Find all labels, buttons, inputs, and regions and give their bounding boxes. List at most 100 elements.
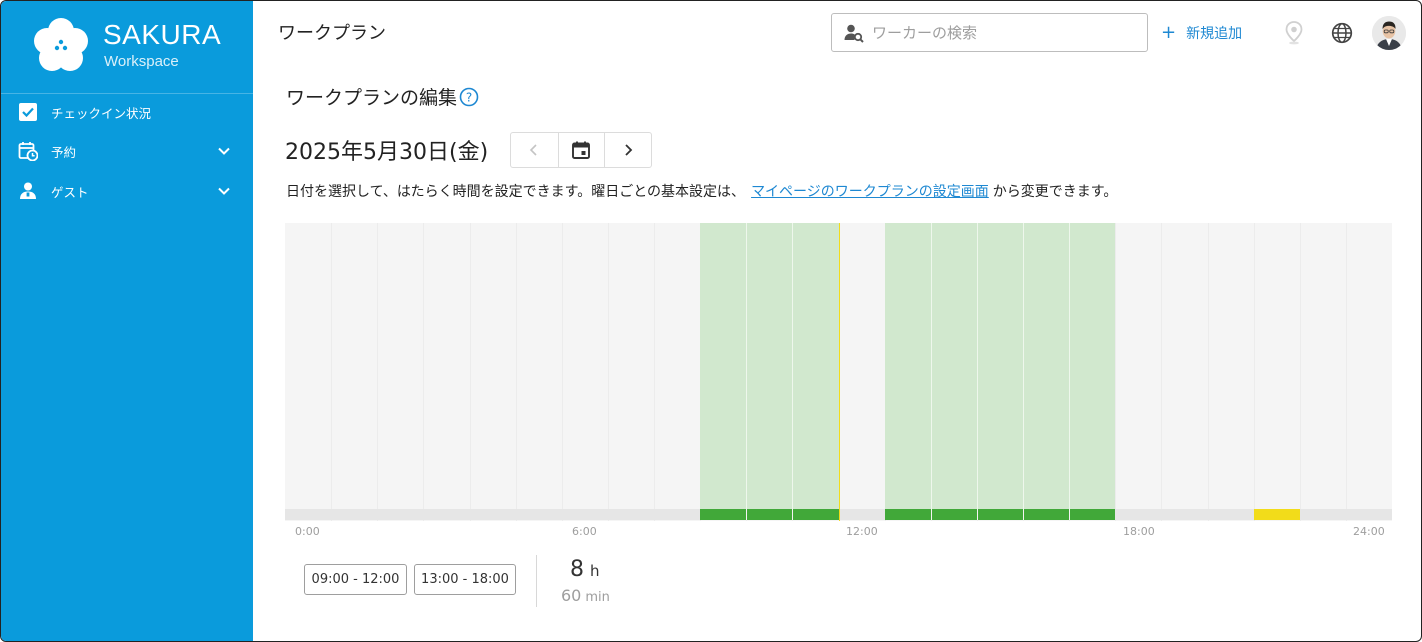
person-search-icon xyxy=(844,24,864,43)
timeline-gridline xyxy=(1254,223,1255,521)
checkbox-icon xyxy=(19,103,37,121)
tick-label: 18:00 xyxy=(1123,525,1155,538)
location-pin-icon[interactable] xyxy=(1284,21,1304,45)
summary-divider xyxy=(536,555,537,607)
brand-subtitle: Workspace xyxy=(104,53,179,70)
section-title: ワークプランの編集 ? xyxy=(286,83,479,110)
sakura-flower-icon xyxy=(34,18,88,71)
work-slot-block xyxy=(977,223,1023,509)
hours-value: 8 xyxy=(570,557,584,582)
work-slot-block xyxy=(885,223,931,509)
timeline-gridline xyxy=(377,223,378,521)
description-text: 日付を選択して、はたらく時間を設定できます。曜日ごとの基本設定は、 xyxy=(286,184,746,200)
work-slot-bar xyxy=(792,509,839,520)
work-slot-divider xyxy=(746,223,747,509)
date-navigation xyxy=(510,132,652,168)
calendar-button[interactable] xyxy=(557,133,605,167)
section-title-text: ワークプランの編集 xyxy=(286,87,458,109)
add-new-button[interactable]: + 新規追加 xyxy=(1161,21,1242,45)
user-avatar[interactable] xyxy=(1372,16,1406,50)
work-slot-bar xyxy=(885,509,931,520)
work-slot-separator xyxy=(1069,509,1070,520)
timeline-gridline xyxy=(516,223,517,521)
work-slot-bar xyxy=(931,509,977,520)
work-slot-divider xyxy=(977,223,978,509)
chevron-down-icon xyxy=(218,187,230,195)
description: 日付を選択して、はたらく時間を設定できます。曜日ごとの基本設定は、 マイページのワ… xyxy=(286,181,1117,201)
plus-icon: + xyxy=(1161,22,1177,43)
work-timeline[interactable] xyxy=(285,223,1392,521)
timeline-gridline xyxy=(562,223,563,521)
globe-icon[interactable] xyxy=(1331,22,1353,44)
work-slot-bar xyxy=(746,509,792,520)
svg-text:?: ? xyxy=(466,90,472,104)
timeline-gridline xyxy=(1208,223,1209,521)
brand-logo[interactable]: SAKURA Workspace xyxy=(31,15,241,75)
current-marker-line xyxy=(839,223,840,521)
minutes-value: 60 xyxy=(561,586,582,605)
prev-day-button[interactable] xyxy=(511,133,558,167)
description-text-after: から変更できます。 xyxy=(992,184,1118,200)
total-minutes: 60 min xyxy=(561,586,610,605)
sidebar-item-label: チェックイン状況 xyxy=(51,106,152,121)
calendar-clock-icon xyxy=(18,142,38,161)
tick-label: 6:00 xyxy=(572,525,597,538)
brand-name: SAKURA xyxy=(103,19,222,50)
work-slot-bar xyxy=(977,509,1023,520)
time-range-button[interactable]: 09:00 - 12:00 xyxy=(304,564,407,595)
time-range-button[interactable]: 13:00 - 18:00 xyxy=(414,564,516,595)
next-day-button[interactable] xyxy=(604,133,651,167)
chevron-right-icon xyxy=(625,144,633,156)
work-slot-separator xyxy=(1023,509,1024,520)
tick-label: 12:00 xyxy=(846,525,878,538)
timeline-gridline xyxy=(331,223,332,521)
sidebar-item-guests[interactable]: ゲスト xyxy=(1,173,253,209)
workplan-settings-link[interactable]: マイページのワークプランの設定画面 xyxy=(751,184,989,200)
work-slot-divider xyxy=(931,223,932,509)
tick-label: 24:00 xyxy=(1353,525,1385,538)
total-hours: 8h xyxy=(570,557,600,582)
work-slot-divider xyxy=(1069,223,1070,509)
work-slot-divider xyxy=(1023,223,1024,509)
highlight-slot-bar xyxy=(1254,509,1300,520)
work-slot-block xyxy=(792,223,839,509)
sidebar-item-label: 予約 xyxy=(51,145,77,160)
timeline-gridline xyxy=(423,223,424,521)
chevron-left-icon xyxy=(530,144,537,156)
work-slot-separator xyxy=(931,509,932,520)
sidebar-item-reservations[interactable]: 予約 xyxy=(1,133,253,169)
sidebar-item-label: ゲスト xyxy=(51,185,89,200)
timeline-gridline xyxy=(608,223,609,521)
worker-search[interactable] xyxy=(831,13,1148,52)
search-input[interactable] xyxy=(872,14,1142,51)
sidebar: SAKURA Workspace チェックイン状況 予約 ゲスト xyxy=(1,1,253,641)
work-slot-bar xyxy=(1023,509,1069,520)
timeline-gridline xyxy=(1346,223,1347,521)
work-slot-divider xyxy=(792,223,793,509)
work-slot-block xyxy=(931,223,977,509)
app-window: SAKURA Workspace チェックイン状況 予約 ゲスト ワークプラン … xyxy=(0,0,1422,642)
timeline-gridline xyxy=(1115,223,1116,521)
timeline-gridline xyxy=(1300,223,1301,521)
work-slot-bar xyxy=(1069,509,1115,520)
timeline-gridline xyxy=(1161,223,1162,521)
hours-unit: h xyxy=(590,562,600,580)
selected-date: 2025年5月30日(金) xyxy=(285,140,489,165)
tick-label: 0:00 xyxy=(295,525,320,538)
timeline-gridline xyxy=(470,223,471,521)
minutes-unit: min xyxy=(585,590,610,605)
timeline-gridline xyxy=(654,223,655,521)
sidebar-item-checkin-status[interactable]: チェックイン状況 xyxy=(1,94,253,130)
avatar-image xyxy=(1372,16,1406,50)
work-slot-block xyxy=(1023,223,1069,509)
calendar-icon xyxy=(572,141,591,159)
work-slot-separator xyxy=(746,509,747,520)
work-slot-bar xyxy=(700,509,746,520)
guest-icon xyxy=(20,182,36,199)
work-slot-block xyxy=(1069,223,1115,509)
work-slot-separator xyxy=(977,509,978,520)
page-title: ワークプラン xyxy=(278,23,386,44)
help-icon[interactable]: ? xyxy=(459,87,479,107)
add-new-label: 新規追加 xyxy=(1186,26,1243,42)
work-slot-block xyxy=(700,223,746,509)
